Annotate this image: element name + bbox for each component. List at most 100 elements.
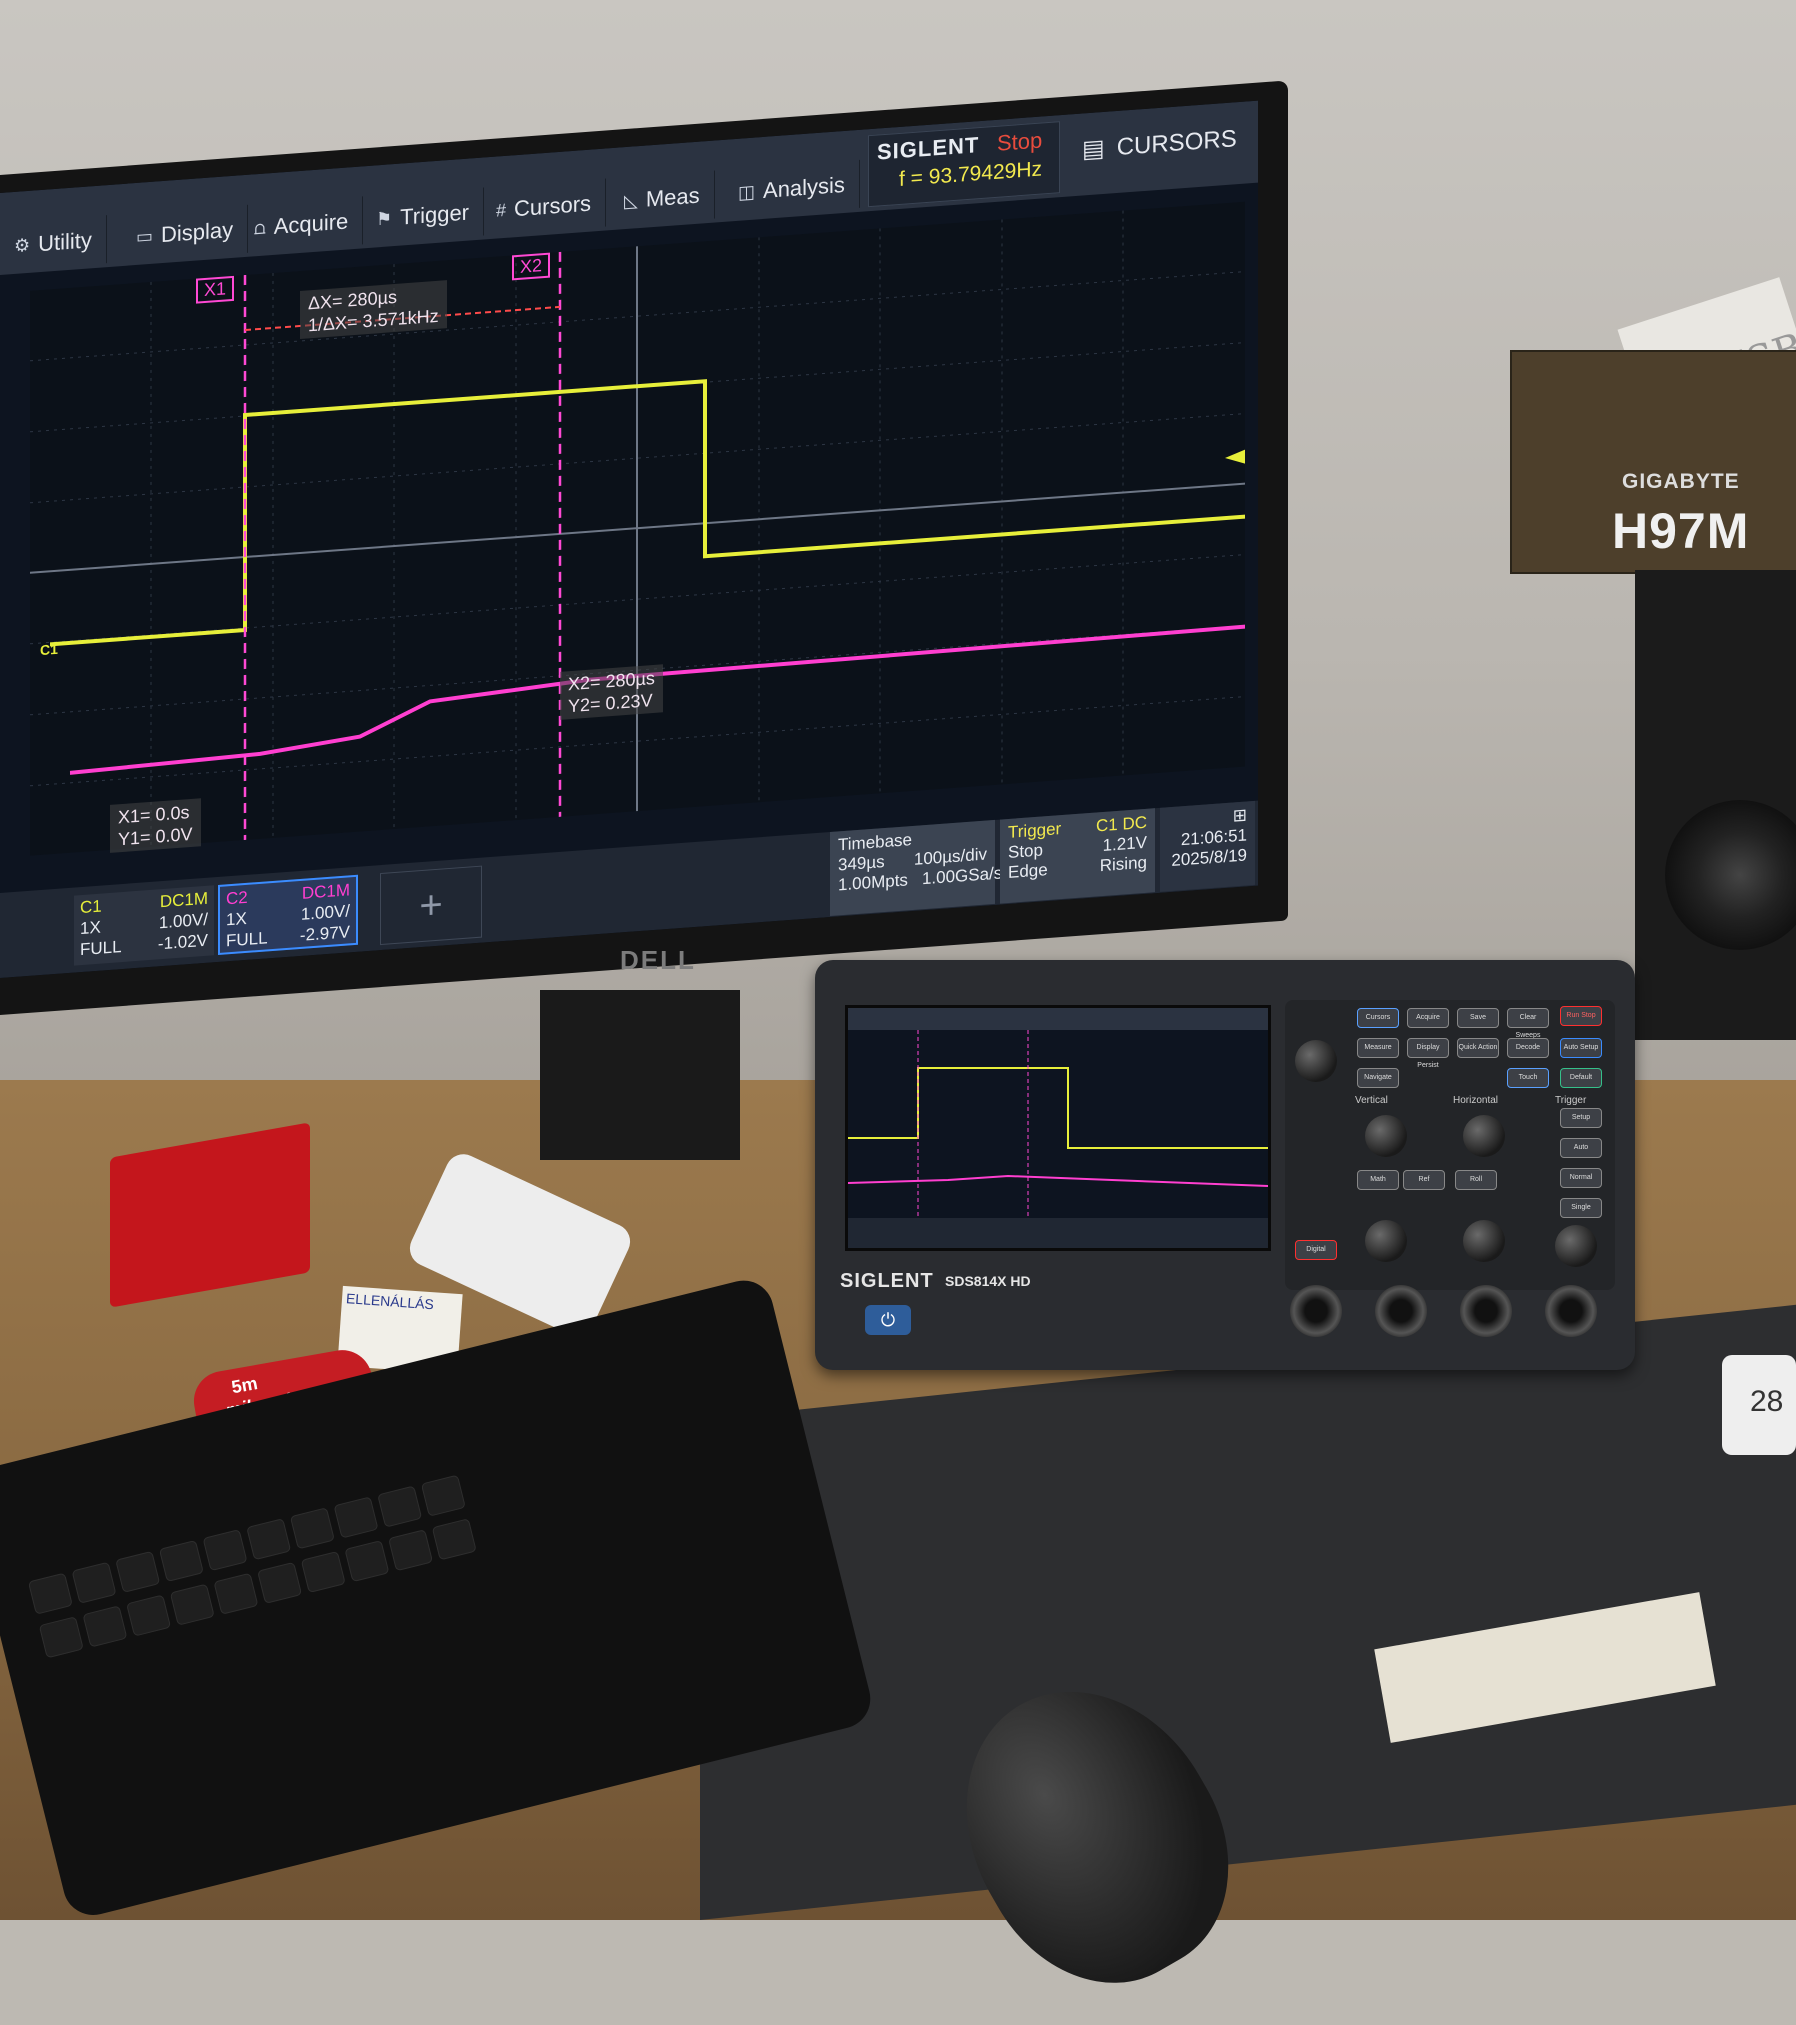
scope-button-acquire[interactable]: Acquire <box>1407 1008 1449 1028</box>
monitor-stand <box>540 990 740 1160</box>
key[interactable] <box>377 1485 423 1528</box>
power-button[interactable]: ⏻ <box>865 1305 911 1335</box>
scope-button-ref[interactable]: Ref <box>1403 1170 1445 1190</box>
list-icon: ▤ <box>1082 134 1105 164</box>
menu-label: Display <box>161 216 234 248</box>
menu-meas[interactable]: ◺ Meas <box>610 170 715 227</box>
frequency-counter: f = 93.79429Hz <box>899 157 1043 191</box>
ch2-bw: FULL <box>226 928 268 951</box>
mini-ch2-trace <box>848 1174 1268 1187</box>
timebase-info[interactable]: Timebase 349µs 100µs/div 1.00Mpts 1.00GSa/… <box>830 819 1002 917</box>
menu-acquire[interactable]: ⩍ Acquire <box>240 196 364 254</box>
scope-button-auto-setup[interactable]: Auto Setup <box>1560 1038 1602 1058</box>
key[interactable] <box>213 1572 259 1615</box>
horizontal-scale-knob[interactable] <box>1463 1115 1505 1157</box>
bnc-channel-2[interactable] <box>1375 1285 1427 1337</box>
scope-button-display[interactable]: Display Persist <box>1407 1038 1449 1069</box>
meas-icon: ◺ <box>624 189 638 211</box>
flag-icon: ⚑ <box>376 207 393 229</box>
vertical-scale-knob[interactable] <box>1365 1115 1407 1157</box>
key[interactable] <box>289 1507 335 1550</box>
scope-button-save[interactable]: Save <box>1457 1008 1499 1028</box>
scope-button-single[interactable]: Single <box>1560 1198 1602 1218</box>
key[interactable] <box>246 1518 292 1561</box>
scope-button-decode[interactable]: Decode <box>1507 1038 1549 1058</box>
menu-cursors[interactable]: # Cursors <box>482 178 607 236</box>
key[interactable] <box>82 1605 128 1648</box>
key[interactable] <box>257 1561 303 1604</box>
tape-size: 5m <box>229 1373 260 1398</box>
scope-button-setup[interactable]: Setup <box>1560 1108 1602 1128</box>
key[interactable] <box>431 1518 477 1561</box>
scope-button-measure[interactable]: Measure <box>1357 1038 1399 1058</box>
scope-button-quick[interactable]: Quick Action <box>1457 1038 1499 1058</box>
bnc-channel-4[interactable] <box>1545 1285 1597 1337</box>
thermometer: 28 <box>1722 1355 1796 1455</box>
monitor-brand: DELL <box>620 945 696 975</box>
horizontal-position-knob[interactable] <box>1463 1220 1505 1262</box>
section-vertical: Vertical <box>1355 1095 1388 1106</box>
key[interactable] <box>333 1496 379 1539</box>
key[interactable] <box>388 1529 434 1572</box>
bnc-channel-1[interactable] <box>1290 1285 1342 1337</box>
box-model: H97M <box>1612 503 1750 559</box>
menu-analysis[interactable]: ◫ Analysis <box>724 159 860 218</box>
menu-utility[interactable]: ⚙ Utility <box>0 215 107 271</box>
scope-button-run-stop[interactable]: Run Stop <box>1560 1006 1602 1026</box>
scope-button-normal[interactable]: Normal <box>1560 1168 1602 1188</box>
key[interactable] <box>158 1539 204 1583</box>
scope-button-touch[interactable]: Touch <box>1507 1068 1549 1088</box>
vertical-position-knob[interactable] <box>1365 1220 1407 1262</box>
key[interactable] <box>27 1572 73 1615</box>
run-state[interactable]: Stop <box>997 127 1042 156</box>
motherboard-box: GIGABYTE H97M <box>1510 350 1796 574</box>
scope-button-navigate[interactable]: Navigate <box>1357 1068 1399 1088</box>
panel-title: CURSORS <box>1116 124 1237 161</box>
key[interactable] <box>420 1474 466 1517</box>
menu-display[interactable]: ▭ Display <box>122 204 249 263</box>
status-block: SIGLENT Stop f = 93.79429Hz <box>868 121 1060 208</box>
key[interactable] <box>115 1550 161 1593</box>
add-channel-button[interactable]: + <box>380 865 482 946</box>
siglent-logo: SIGLENT <box>877 132 980 165</box>
key[interactable] <box>126 1594 172 1637</box>
scope-button-clear-sweeps[interactable]: Clear Sweeps <box>1507 1008 1549 1039</box>
scope-button-cursors[interactable]: Cursors <box>1357 1008 1399 1028</box>
bench-oscilloscope: Cursors Acquire Save Clear Sweeps Run St… <box>815 960 1635 1370</box>
ch2-offset: -2.97V <box>299 922 350 945</box>
key[interactable] <box>300 1550 346 1594</box>
menu-label: Meas <box>645 182 700 212</box>
menu-label: Utility <box>38 227 92 257</box>
ch1-info[interactable]: C1 DC1M 1X 1.00V/ FULL -1.02V <box>74 885 214 966</box>
key[interactable] <box>202 1529 248 1572</box>
ch2-info[interactable]: C2 DC1M 1X 1.00V/ FULL -2.97V <box>218 874 358 955</box>
menu-trigger[interactable]: ⚑ Trigger <box>362 187 485 245</box>
scope-button-math[interactable]: Math <box>1357 1170 1399 1190</box>
y1-value: Y1= 0.0V <box>118 823 193 850</box>
x2-marker[interactable]: X2 <box>512 252 551 281</box>
key[interactable] <box>344 1540 390 1583</box>
key[interactable] <box>169 1583 215 1626</box>
trigger-level-knob[interactable] <box>1555 1225 1597 1267</box>
x2-readout: X2= 280µs Y2= 0.23V <box>560 664 663 720</box>
scope-button-roll[interactable]: Roll <box>1455 1170 1497 1190</box>
cursors-panel-title[interactable]: ▤ CURSORS <box>1082 124 1237 164</box>
key[interactable] <box>38 1616 84 1659</box>
ch1-bw: FULL <box>80 937 122 960</box>
trigger-info[interactable]: Trigger C1 DC Stop 1.21V Edge Rising <box>1000 808 1155 904</box>
mini-menubar <box>848 1008 1268 1030</box>
section-horizontal: Horizontal <box>1453 1095 1499 1106</box>
mini-status-bar <box>848 1218 1268 1248</box>
bnc-channel-3[interactable] <box>1460 1285 1512 1337</box>
trigger-title: Trigger <box>1008 819 1062 842</box>
ch2-probe: 1X <box>226 908 247 930</box>
scope-button-default[interactable]: Default <box>1560 1068 1602 1088</box>
intensity-knob[interactable] <box>1295 1040 1337 1082</box>
scope-mini-display <box>848 1008 1268 1248</box>
menu-label: Trigger <box>400 199 470 230</box>
x1-marker[interactable]: X1 <box>196 275 235 304</box>
key[interactable] <box>71 1561 117 1604</box>
x1-readout: X1= 0.0s Y1= 0.0V <box>110 798 201 853</box>
scope-button-digital[interactable]: Digital <box>1295 1240 1337 1260</box>
scope-button-auto[interactable]: Auto <box>1560 1138 1602 1158</box>
